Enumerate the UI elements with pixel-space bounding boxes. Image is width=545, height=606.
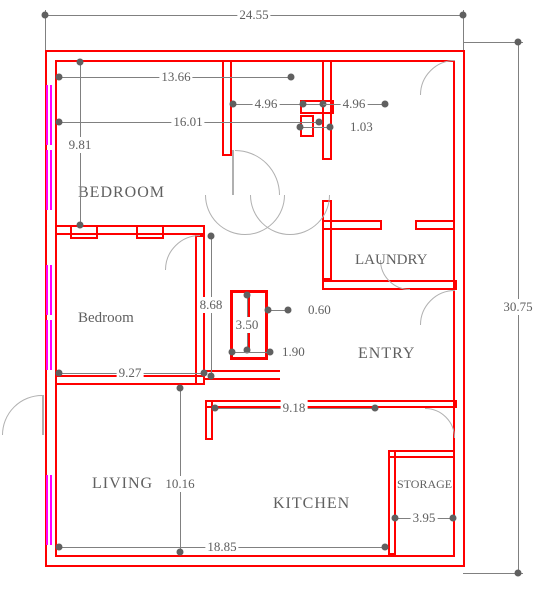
n14 bbox=[77, 59, 84, 66]
n9 bbox=[382, 101, 389, 108]
dim-496a: 4.96 bbox=[253, 96, 280, 112]
label-living: LIVING bbox=[92, 475, 153, 493]
n28 bbox=[177, 385, 184, 392]
dim-1885: 18.85 bbox=[205, 539, 238, 555]
dim-190-line bbox=[232, 352, 270, 353]
window-left-4 bbox=[46, 320, 52, 370]
label-laundry: LAUNDRY bbox=[355, 252, 428, 269]
dim-30-75: 30.75 bbox=[501, 299, 534, 315]
n18 bbox=[244, 292, 251, 299]
door-bedroom-leaf bbox=[232, 150, 234, 195]
n1 bbox=[42, 12, 49, 19]
wall-laundry-top bbox=[322, 220, 382, 230]
n10 bbox=[56, 119, 63, 126]
dim-1601: 16.01 bbox=[171, 114, 204, 130]
door-entry bbox=[420, 290, 490, 360]
dim-13-66: 13.66 bbox=[159, 69, 192, 85]
n3 bbox=[515, 39, 522, 46]
dim-496b: 4.96 bbox=[341, 96, 368, 112]
door-storage bbox=[395, 408, 455, 468]
window-left-3 bbox=[46, 265, 52, 315]
n13 bbox=[327, 124, 334, 131]
dim-1016: 10.16 bbox=[163, 476, 196, 492]
label-bedroom-lower: Bedroom bbox=[78, 310, 134, 327]
n32 bbox=[392, 515, 399, 522]
n6 bbox=[288, 74, 295, 81]
dim-060: 0.60 bbox=[306, 302, 333, 318]
n7 bbox=[230, 101, 237, 108]
window-left-2 bbox=[46, 150, 52, 210]
n26 bbox=[212, 405, 219, 412]
n11 bbox=[316, 119, 323, 126]
n2 bbox=[460, 12, 467, 19]
dim-1016-line bbox=[180, 388, 181, 552]
dim-24-55: 24.55 bbox=[237, 7, 270, 23]
n20 bbox=[265, 307, 272, 314]
wall-bedroom-right bbox=[222, 60, 232, 156]
wall-laundry-top-b bbox=[415, 220, 455, 230]
n30 bbox=[56, 544, 63, 551]
label-kitchen: KITCHEN bbox=[273, 495, 350, 513]
n5 bbox=[56, 74, 63, 81]
dim-395: 3.95 bbox=[411, 510, 438, 526]
floorplan-canvas: BEDROOM Bedroom LAUNDRY ENTRY LIVING KIT… bbox=[0, 0, 545, 606]
n12 bbox=[297, 124, 304, 131]
n15 bbox=[77, 222, 84, 229]
outer-wall-bottom-inner bbox=[55, 555, 455, 557]
n31 bbox=[382, 544, 389, 551]
window-left-1 bbox=[46, 85, 52, 145]
wall-kitchen-top bbox=[205, 400, 457, 408]
dim-103: 1.03 bbox=[348, 119, 375, 135]
outer-wall-right bbox=[463, 50, 465, 567]
label-bedroom-upper: BEDROOM bbox=[78, 184, 165, 202]
n22 bbox=[229, 349, 236, 356]
dim-981: 9.81 bbox=[67, 137, 94, 153]
dim-868: 8.68 bbox=[198, 297, 225, 313]
n27 bbox=[372, 405, 379, 412]
door-living-leaf bbox=[42, 395, 44, 435]
n4 bbox=[515, 570, 522, 577]
n24 bbox=[56, 370, 63, 377]
n16 bbox=[208, 233, 215, 240]
outer-wall-bottom bbox=[45, 565, 465, 567]
outer-wall-top bbox=[45, 50, 465, 52]
outer-wall-top-inner bbox=[55, 60, 455, 62]
label-entry: ENTRY bbox=[358, 345, 415, 363]
wall-bedroom-closet-b bbox=[136, 225, 164, 239]
wall-hall-bottom bbox=[205, 370, 280, 372]
wall-hall-bottom2 bbox=[205, 378, 280, 380]
dim-103-line bbox=[300, 127, 330, 128]
n23 bbox=[267, 349, 274, 356]
n29 bbox=[177, 549, 184, 556]
label-storage: STORAGE bbox=[397, 477, 452, 492]
dim-927: 9.27 bbox=[117, 365, 144, 381]
n33 bbox=[450, 515, 457, 522]
dim-190: 1.90 bbox=[280, 344, 307, 360]
n17 bbox=[208, 373, 215, 380]
n21 bbox=[285, 307, 292, 314]
door-top-right bbox=[420, 60, 490, 130]
wall-storage-top bbox=[388, 450, 455, 458]
wall-bedroom-closet-a bbox=[70, 225, 98, 239]
window-left-5 bbox=[46, 475, 52, 545]
outer-wall-left-inner bbox=[55, 60, 57, 557]
dim-918: 9.18 bbox=[281, 400, 308, 416]
dim-350: 3.50 bbox=[234, 317, 261, 333]
wall-storage-left bbox=[388, 450, 396, 555]
n8 bbox=[300, 101, 307, 108]
n25 bbox=[201, 370, 208, 377]
